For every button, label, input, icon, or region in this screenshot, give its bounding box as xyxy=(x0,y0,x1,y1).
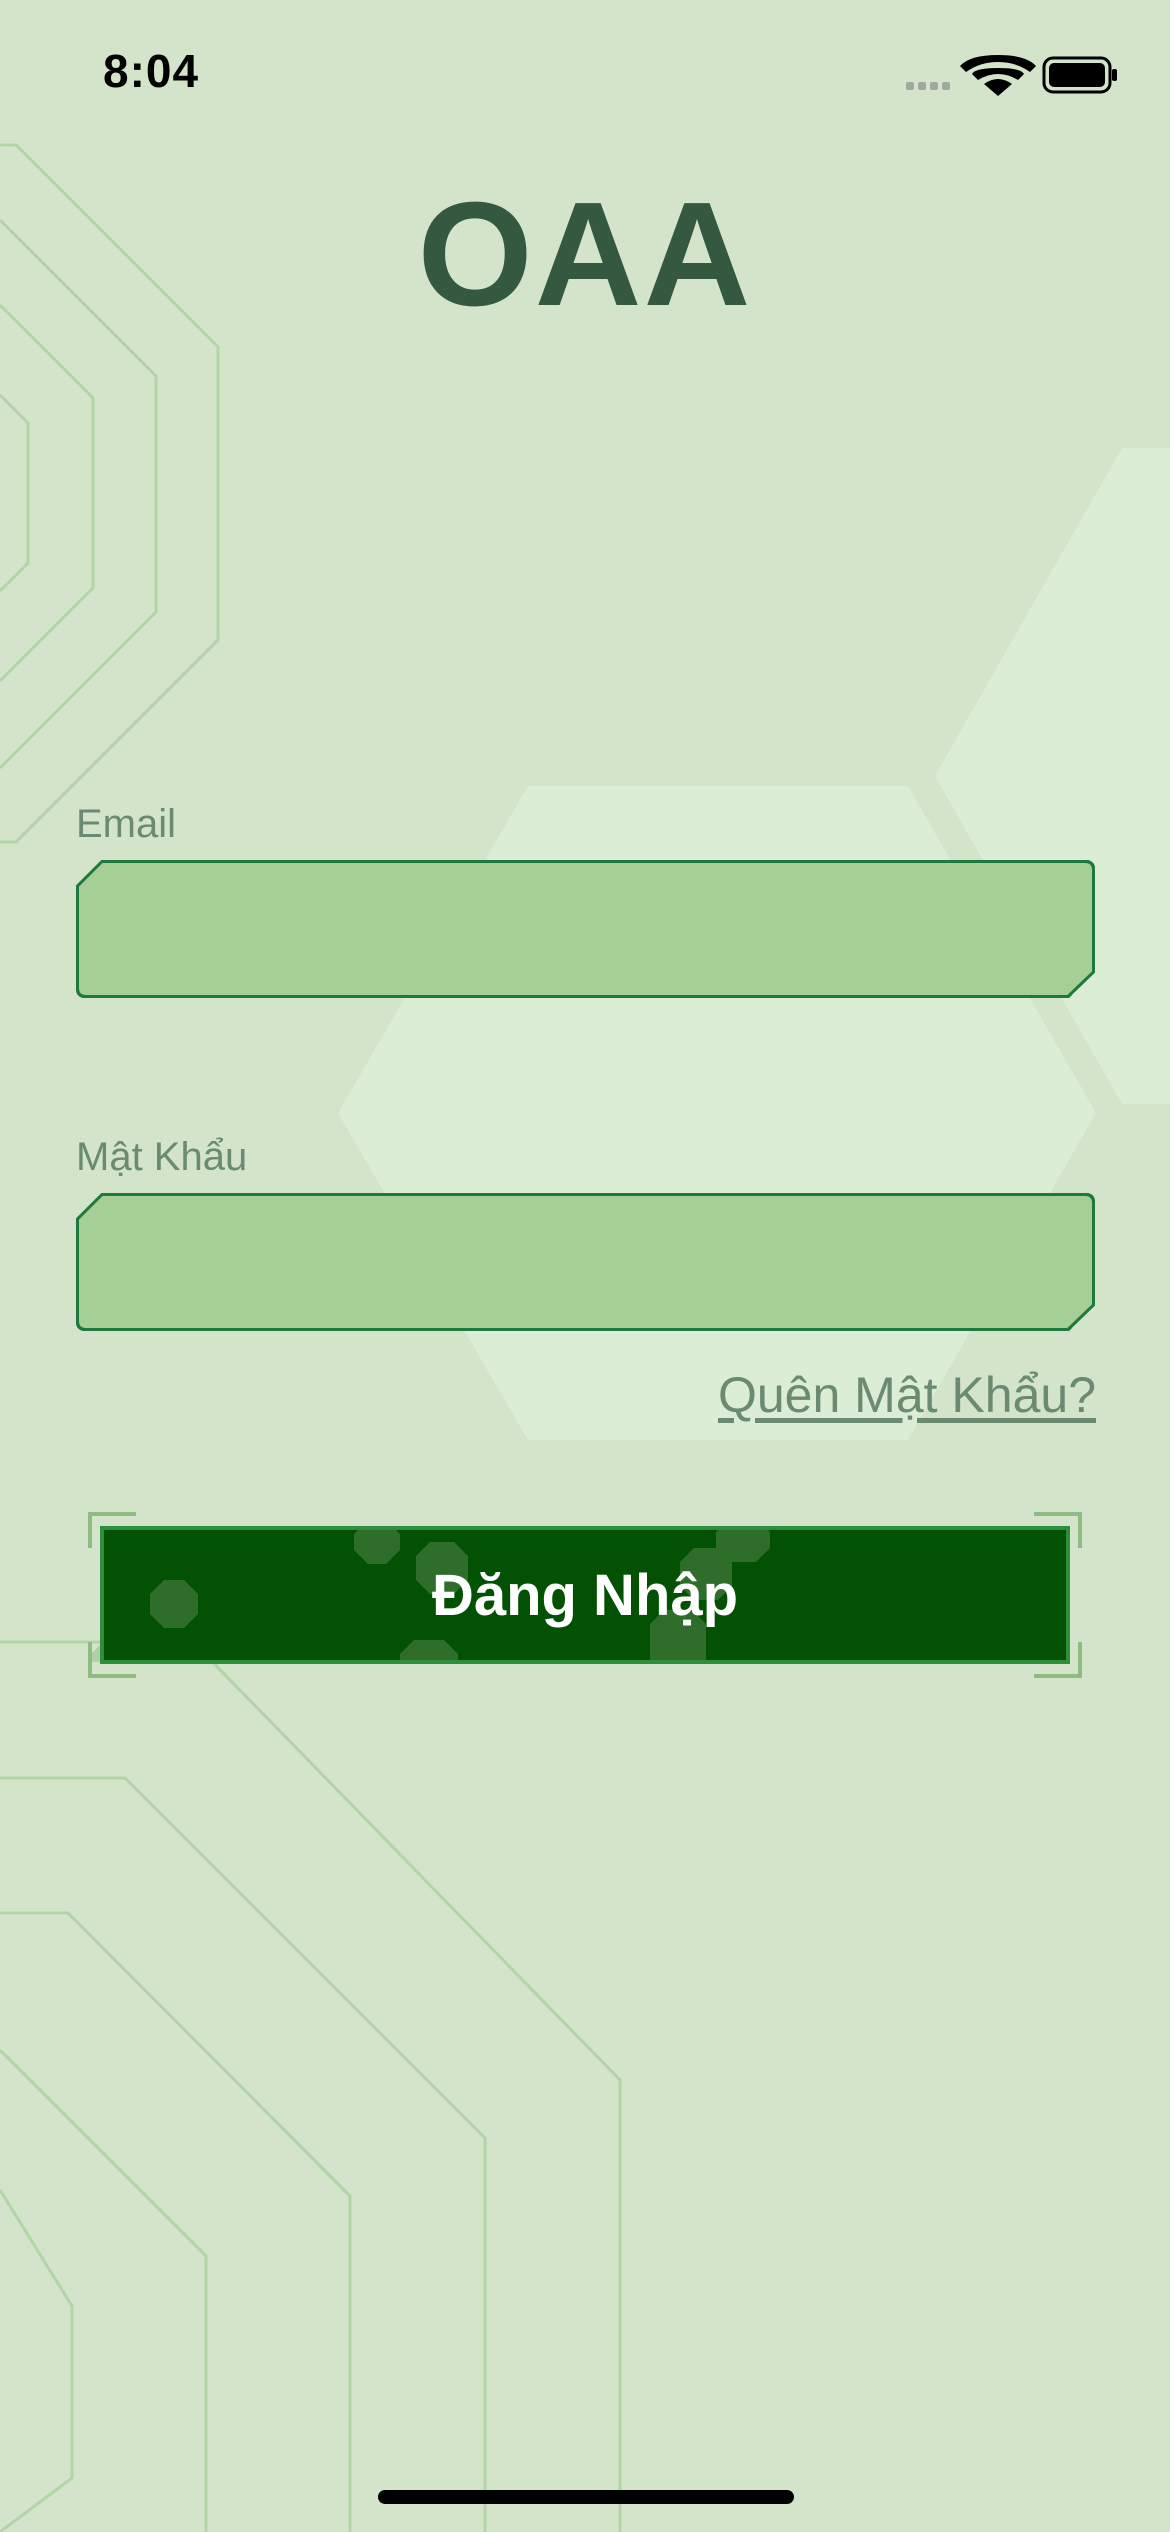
status-time: 8:04 xyxy=(103,45,200,97)
login-button-frame: Đăng Nhập xyxy=(88,1512,1082,1678)
login-button[interactable]: Đăng Nhập xyxy=(100,1526,1070,1664)
password-label: Mật Khẩu xyxy=(76,1135,248,1179)
status-bar: 8:04 xyxy=(0,0,1170,150)
login-button-label: Đăng Nhập xyxy=(431,1562,739,1628)
forgot-password-link[interactable]: Quên Mật Khẩu? xyxy=(718,1366,1096,1424)
password-field[interactable] xyxy=(76,1193,1095,1331)
battery-icon xyxy=(1042,56,1117,94)
email-field[interactable] xyxy=(76,860,1095,998)
status-icons xyxy=(900,50,1120,105)
home-indicator xyxy=(378,2490,794,2504)
wifi-icon xyxy=(960,55,1036,96)
cellular-signal-icon xyxy=(906,82,950,90)
app-title: OAA xyxy=(417,172,753,337)
email-label: Email xyxy=(76,802,177,846)
